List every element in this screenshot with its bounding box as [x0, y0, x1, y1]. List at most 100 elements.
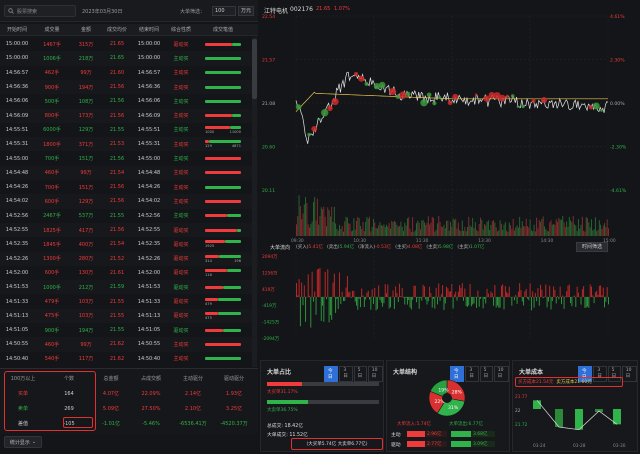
volume-bar: [536, 217, 538, 236]
table-row[interactable]: 14:55:51 6000手 129万 21.55 14:55:51 主动买 1000 110…: [0, 123, 258, 137]
period-tab[interactable]: 3日: [465, 366, 479, 382]
table-row[interactable]: 14:54:26 700手 151万 21.56 14:54:26 主动买: [0, 180, 258, 194]
table-row[interactable]: 14:52:35 1845手 400万 21.54 14:52:35 驱动买 1925: [0, 237, 258, 251]
table-row[interactable]: 14:54:48 460手 99万 21.54 14:54:48 主动买: [0, 165, 258, 181]
flow-bar: [350, 297, 352, 298]
volume-bar: [477, 231, 479, 236]
table-row[interactable]: 15:00:00 1467手 315万 21.65 15:00:00 驱动买: [0, 37, 258, 51]
table-cell: 21.55: [109, 126, 125, 133]
table-cell: 21.53: [109, 141, 125, 148]
volume-bar: [401, 226, 403, 236]
table-cell: 14:56:06: [137, 98, 161, 105]
flow-bar: [497, 297, 498, 306]
column-header[interactable]: 综合性质: [166, 26, 196, 33]
volume-bar: [326, 226, 327, 236]
row-drive-sell: 3.09亿: [451, 441, 495, 447]
filter-unit-button[interactable]: 万元: [238, 6, 254, 16]
volume-bar: [342, 231, 344, 236]
column-header[interactable]: 成交笔值: [196, 26, 250, 33]
flow-bar: [483, 297, 485, 299]
table-cell: 15:00:00: [5, 55, 29, 62]
table-row[interactable]: 14:52:00 600手 130万 21.61 14:52:00 驱动买 116: [0, 266, 258, 280]
table-row[interactable]: 14:55:00 700手 151万 21.56 14:55:00 主动买: [0, 151, 258, 165]
table-row[interactable]: 14:52:56 2467手 537万 21.55 14:52:56 主动买: [0, 209, 258, 223]
time-filter-button[interactable]: 时间筛选: [576, 242, 608, 252]
volume-bar: [527, 226, 528, 236]
volume-bar: [416, 223, 418, 236]
table-row[interactable]: 14:51:33 479手 103万 21.55 14:51:33 驱动买 479: [0, 294, 258, 308]
volume-bar: [374, 222, 376, 236]
table-row[interactable]: 14:52:55 1825手 417万 21.56 14:52:55 驱动买: [0, 222, 258, 238]
ratio-bar: [196, 157, 250, 161]
flow-bar: [529, 283, 531, 297]
table-row[interactable]: 14:56:57 462手 99万 21.60 14:56:57 主动买: [0, 66, 258, 80]
volume-bar: [561, 219, 562, 236]
table-row[interactable]: 14:51:53 1000手 212万 21.59 14:51:53 驱动买: [0, 280, 258, 295]
y-tick-right: -4.61%: [610, 188, 627, 194]
volume-bar: [412, 217, 414, 236]
period-tab[interactable]: 5日: [353, 366, 367, 382]
table-row[interactable]: 14:56:36 900手 194万 21.56 14:56:36 主动买: [0, 79, 258, 95]
table-row[interactable]: 14:51:13 475手 103万 21.55 14:51:13 驱动买 475: [0, 308, 258, 324]
flow-bar: [574, 295, 575, 297]
table-cell: 1800手: [43, 141, 61, 148]
period-tab[interactable]: 5日: [479, 366, 493, 382]
flow-bar: [408, 297, 410, 301]
volume-bar: [400, 221, 402, 236]
volume-bar: [403, 230, 404, 236]
table-scrollbar[interactable]: [252, 37, 257, 367]
order-bubble: [331, 98, 339, 106]
column-header[interactable]: 成交量: [34, 26, 70, 33]
volume-bar: [444, 228, 446, 236]
flow-bar: [608, 297, 609, 305]
cost-chart: 21.77 22 21.72 03-24 03-28 03-30: [515, 394, 626, 449]
table-row[interactable]: 15:00:00 1006手 218万 21.65 15:00:00 主动买: [0, 51, 258, 66]
cost-y-tick: 21.72: [515, 422, 528, 428]
period-tab[interactable]: 今日: [324, 366, 339, 382]
order-bubble: [420, 99, 428, 107]
table-cell: 21.61: [109, 269, 125, 276]
flow-bar: [410, 297, 412, 310]
order-bubble: [483, 95, 490, 102]
volume-bar: [446, 220, 448, 236]
column-header[interactable]: 开始时间: [0, 26, 34, 33]
table-row[interactable]: 14:56:09 800手 173万 21.56 14:56:09 主动买: [0, 108, 258, 123]
flow-bar: [417, 297, 419, 298]
volume-bar: [580, 224, 582, 236]
volume-bar: [481, 219, 483, 236]
flow-bar: [388, 297, 390, 309]
period-tab[interactable]: 3日: [339, 366, 353, 382]
stat-display-button[interactable]: 统计显示 ⌄: [4, 436, 42, 448]
flow-bar: [356, 297, 357, 306]
table-row[interactable]: 14:52:26 1300手 280万 21.52 14:52:26 驱动买 314 196: [0, 251, 258, 266]
flow-bar: [430, 292, 432, 297]
table-cell: 600手: [44, 270, 60, 277]
filter-amount-input[interactable]: 100: [212, 6, 236, 16]
column-header[interactable]: 成交均价: [102, 26, 132, 33]
volume-bar: [457, 222, 459, 236]
column-header[interactable]: 结束时间: [132, 26, 166, 33]
flow-bar: [352, 290, 354, 297]
period-tab[interactable]: 10日: [367, 366, 383, 382]
volume-bar: [507, 231, 509, 236]
table-row[interactable]: 14:51:05 900手 194万 21.55 14:51:05 驱动买: [0, 323, 258, 337]
flow-bar: [421, 297, 423, 301]
volume-bar: [333, 206, 335, 236]
table-row[interactable]: 14:56:06 500手 108万 21.56 14:56:06 主动买: [0, 94, 258, 108]
table-row[interactable]: 14:54:02 600手 129万 21.56 14:54:02 主动买: [0, 194, 258, 209]
intraday-chart[interactable]: 22.54 21.57 21.08 20.60 20.11 4.61% 2.30% 0.00%…: [260, 0, 640, 352]
table-row[interactable]: 14:55:31 1800手 371万 21.53 14:55:31 主动买 129 4871: [0, 137, 258, 152]
volume-bar: [584, 231, 586, 236]
volume-bar: [465, 231, 467, 236]
table-row[interactable]: 14:50:55 460手 99万 21.62 14:50:55 主动买: [0, 337, 258, 352]
flow-bar: [406, 297, 408, 305]
stock-search-input[interactable]: 股票搜索: [4, 5, 76, 17]
flow-bar: [468, 297, 470, 306]
period-tab[interactable]: 10日: [493, 366, 509, 382]
order-bubble: [358, 75, 365, 82]
column-header[interactable]: 金额: [70, 26, 102, 33]
table-row[interactable]: 14:50:40 540手 117万 21.62 14:50:40 主动买: [0, 352, 258, 366]
period-tab[interactable]: 10日: [621, 366, 637, 382]
flow-y-tick: 1256万: [262, 270, 278, 276]
volume-bar: [494, 222, 496, 236]
